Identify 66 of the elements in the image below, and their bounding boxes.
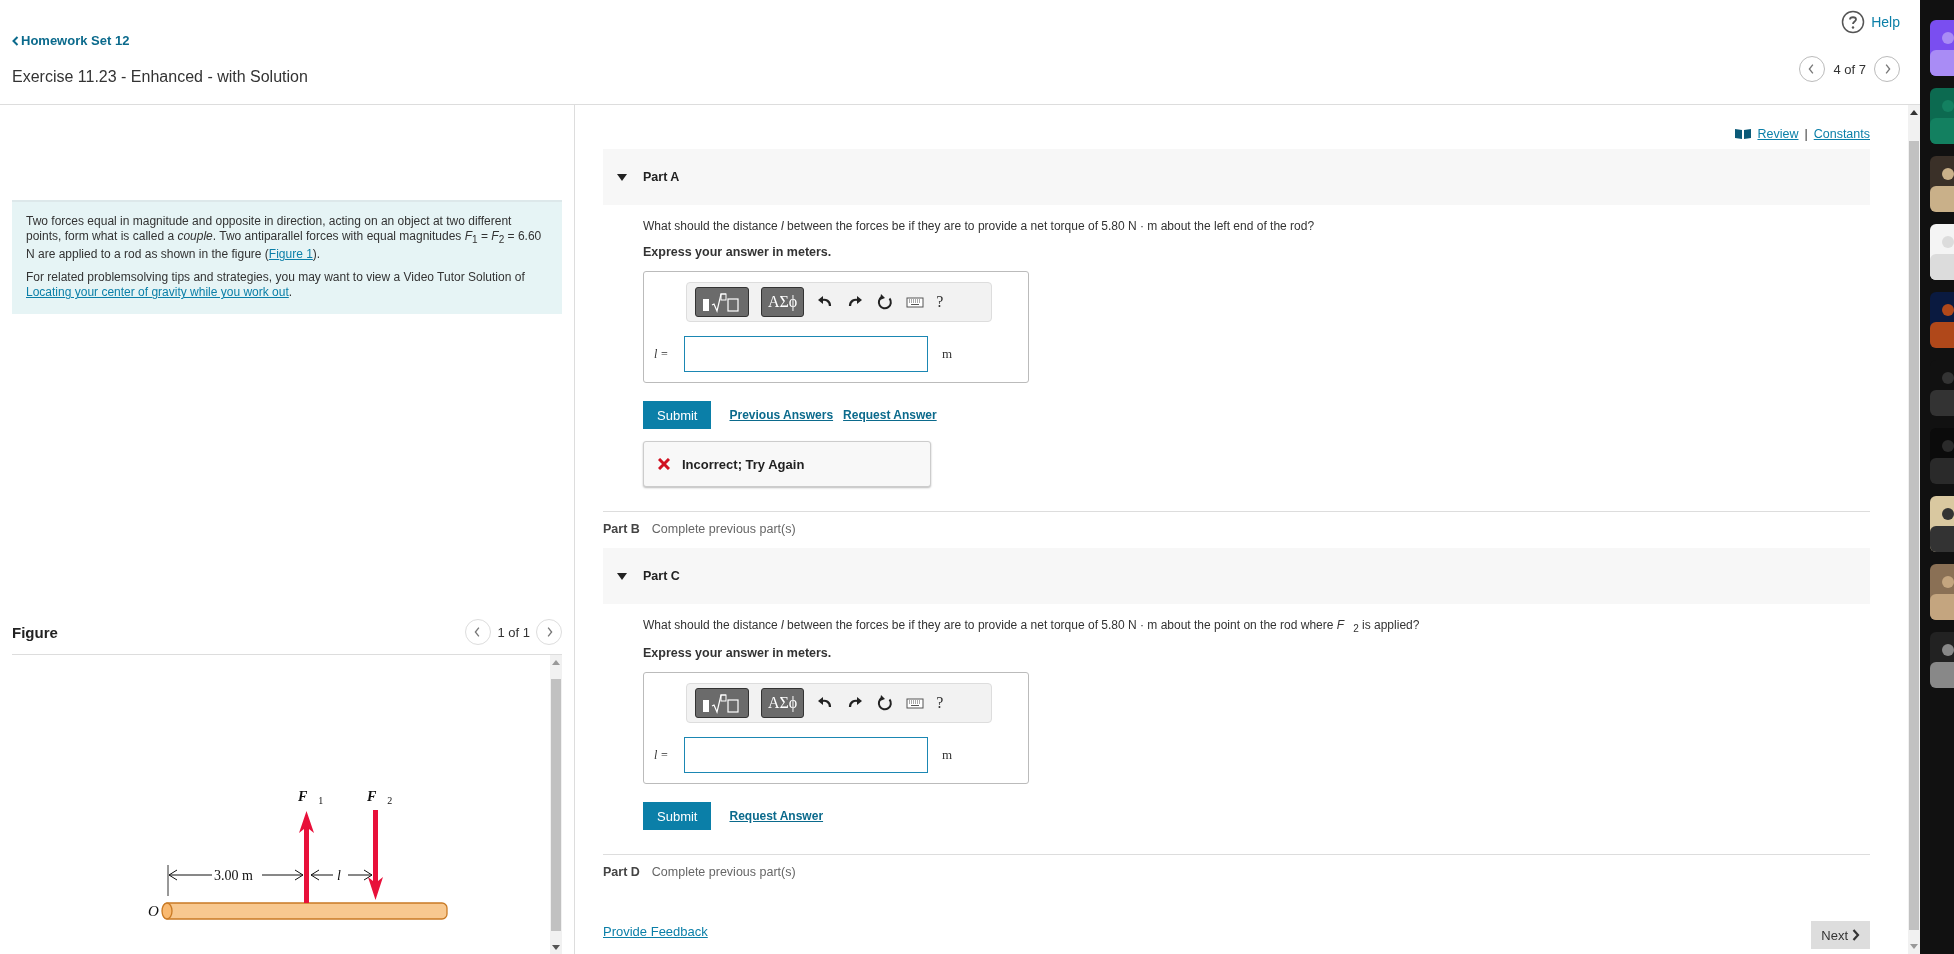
help-button[interactable]: ?	[936, 293, 944, 311]
template-button[interactable]	[695, 688, 749, 719]
part-header[interactable]: Part C	[603, 548, 1870, 604]
help-icon[interactable]	[1841, 10, 1866, 34]
help-button[interactable]: ?	[936, 694, 944, 713]
answer-link[interactable]: Previous Answers	[729, 408, 834, 422]
problem-text: Two forces equal in magnitude and opposite in direction, acting on an object at two different points, form what is called a couple. Two antiparallel forces with equal magnitudes F$_{1}$ = F$_{2}$ = 6.60 N are applied to a rod as shown in the figure (Figure 1).	[26, 214, 543, 263]
feedback-text: Incorrect; Try Again	[682, 456, 805, 472]
instruction-text: Express your answer in meters.	[643, 646, 833, 661]
cross-icon	[658, 458, 670, 470]
force-label: F⃗$_{2}$	[367, 789, 393, 807]
expand-caret-icon[interactable]	[617, 173, 627, 181]
scroll-down-arrow-icon[interactable]	[552, 945, 560, 952]
part-title: Part D	[603, 865, 640, 880]
figure-counter: 1 of 1	[497, 624, 530, 640]
part-title: Part A	[643, 170, 680, 184]
scrollbar-thumb[interactable]	[551, 679, 561, 932]
problem-text: For related problemsolving tips and strategies, you may want to view a Video Tutor Solution of Locating your center of gravity while you work out.	[26, 270, 526, 301]
question-text: What should the distance l between the forces be if they are to provide a net torque of 5.80 N · m about the left end of the rod?	[643, 219, 1316, 233]
book-icon	[1735, 129, 1752, 139]
submit-button[interactable]: Submit	[643, 802, 712, 831]
distance-label: 3.00 m	[214, 868, 253, 884]
symbols-button[interactable]: ΑΣϕ	[761, 688, 805, 719]
part-header[interactable]: Part A	[603, 149, 1870, 205]
chevron-left-icon	[12, 35, 19, 46]
unit-label: m	[942, 747, 953, 764]
reset-icon[interactable]	[876, 694, 895, 713]
link[interactable]: Locating your center of gravity while you work out	[26, 285, 289, 300]
part-status: Complete previous part(s)	[651, 865, 796, 880]
dimension-arrow	[310, 869, 373, 881]
variable-label: l =	[654, 346, 670, 362]
review-link[interactable]: Review	[1757, 127, 1799, 141]
link[interactable]: Figure 1	[268, 247, 313, 262]
template-button[interactable]	[695, 287, 749, 317]
scrollbar-thumb[interactable]	[1909, 141, 1919, 930]
math-template-icon	[702, 291, 742, 313]
separator: |	[1804, 127, 1808, 141]
unit-label: m	[942, 346, 953, 362]
submit-button[interactable]: Submit	[643, 401, 712, 429]
gap-label: l	[337, 868, 341, 884]
origin-label: O	[148, 903, 159, 920]
feedback-link[interactable]: Provide Feedback	[603, 924, 708, 940]
answer-link[interactable]: Request Answer	[729, 809, 824, 824]
chevron-right-icon	[1852, 929, 1860, 942]
figure-title: Figure	[12, 623, 58, 641]
expand-caret-icon[interactable]	[617, 572, 627, 580]
back-link[interactable]: Homework Set 12	[12, 33, 308, 48]
next-part-button[interactable]: Next	[1811, 921, 1870, 950]
constants-link[interactable]: Constants	[1813, 127, 1870, 141]
variable-label: l =	[654, 747, 670, 763]
question-text: What should the distance l between the forces be if they are to provide a net torque of 5.80 N · m about the point on the rod where F⃗$_{2}$ is applied?	[643, 618, 1421, 635]
reset-icon[interactable]	[876, 293, 895, 311]
part-title: Part C	[643, 569, 680, 583]
math-template-icon	[702, 692, 742, 715]
page-counter: 4 of 7	[1833, 61, 1866, 77]
answer-field[interactable]	[684, 737, 928, 774]
help-link[interactable]: Help	[1871, 14, 1900, 30]
exercise-title: Exercise 11.23 - Enhanced - with Solution	[12, 68, 308, 86]
symbols-button[interactable]: ΑΣϕ	[761, 287, 805, 317]
answer-field[interactable]	[684, 336, 928, 372]
scroll-up-arrow-icon[interactable]	[1910, 109, 1918, 115]
answer-link[interactable]: Request Answer	[843, 408, 937, 422]
instruction-text: Express your answer in meters.	[643, 245, 833, 259]
force-label: F⃗$_{1}$	[298, 789, 324, 807]
part-status: Complete previous part(s)	[651, 522, 796, 536]
part-title: Part B	[603, 522, 640, 536]
